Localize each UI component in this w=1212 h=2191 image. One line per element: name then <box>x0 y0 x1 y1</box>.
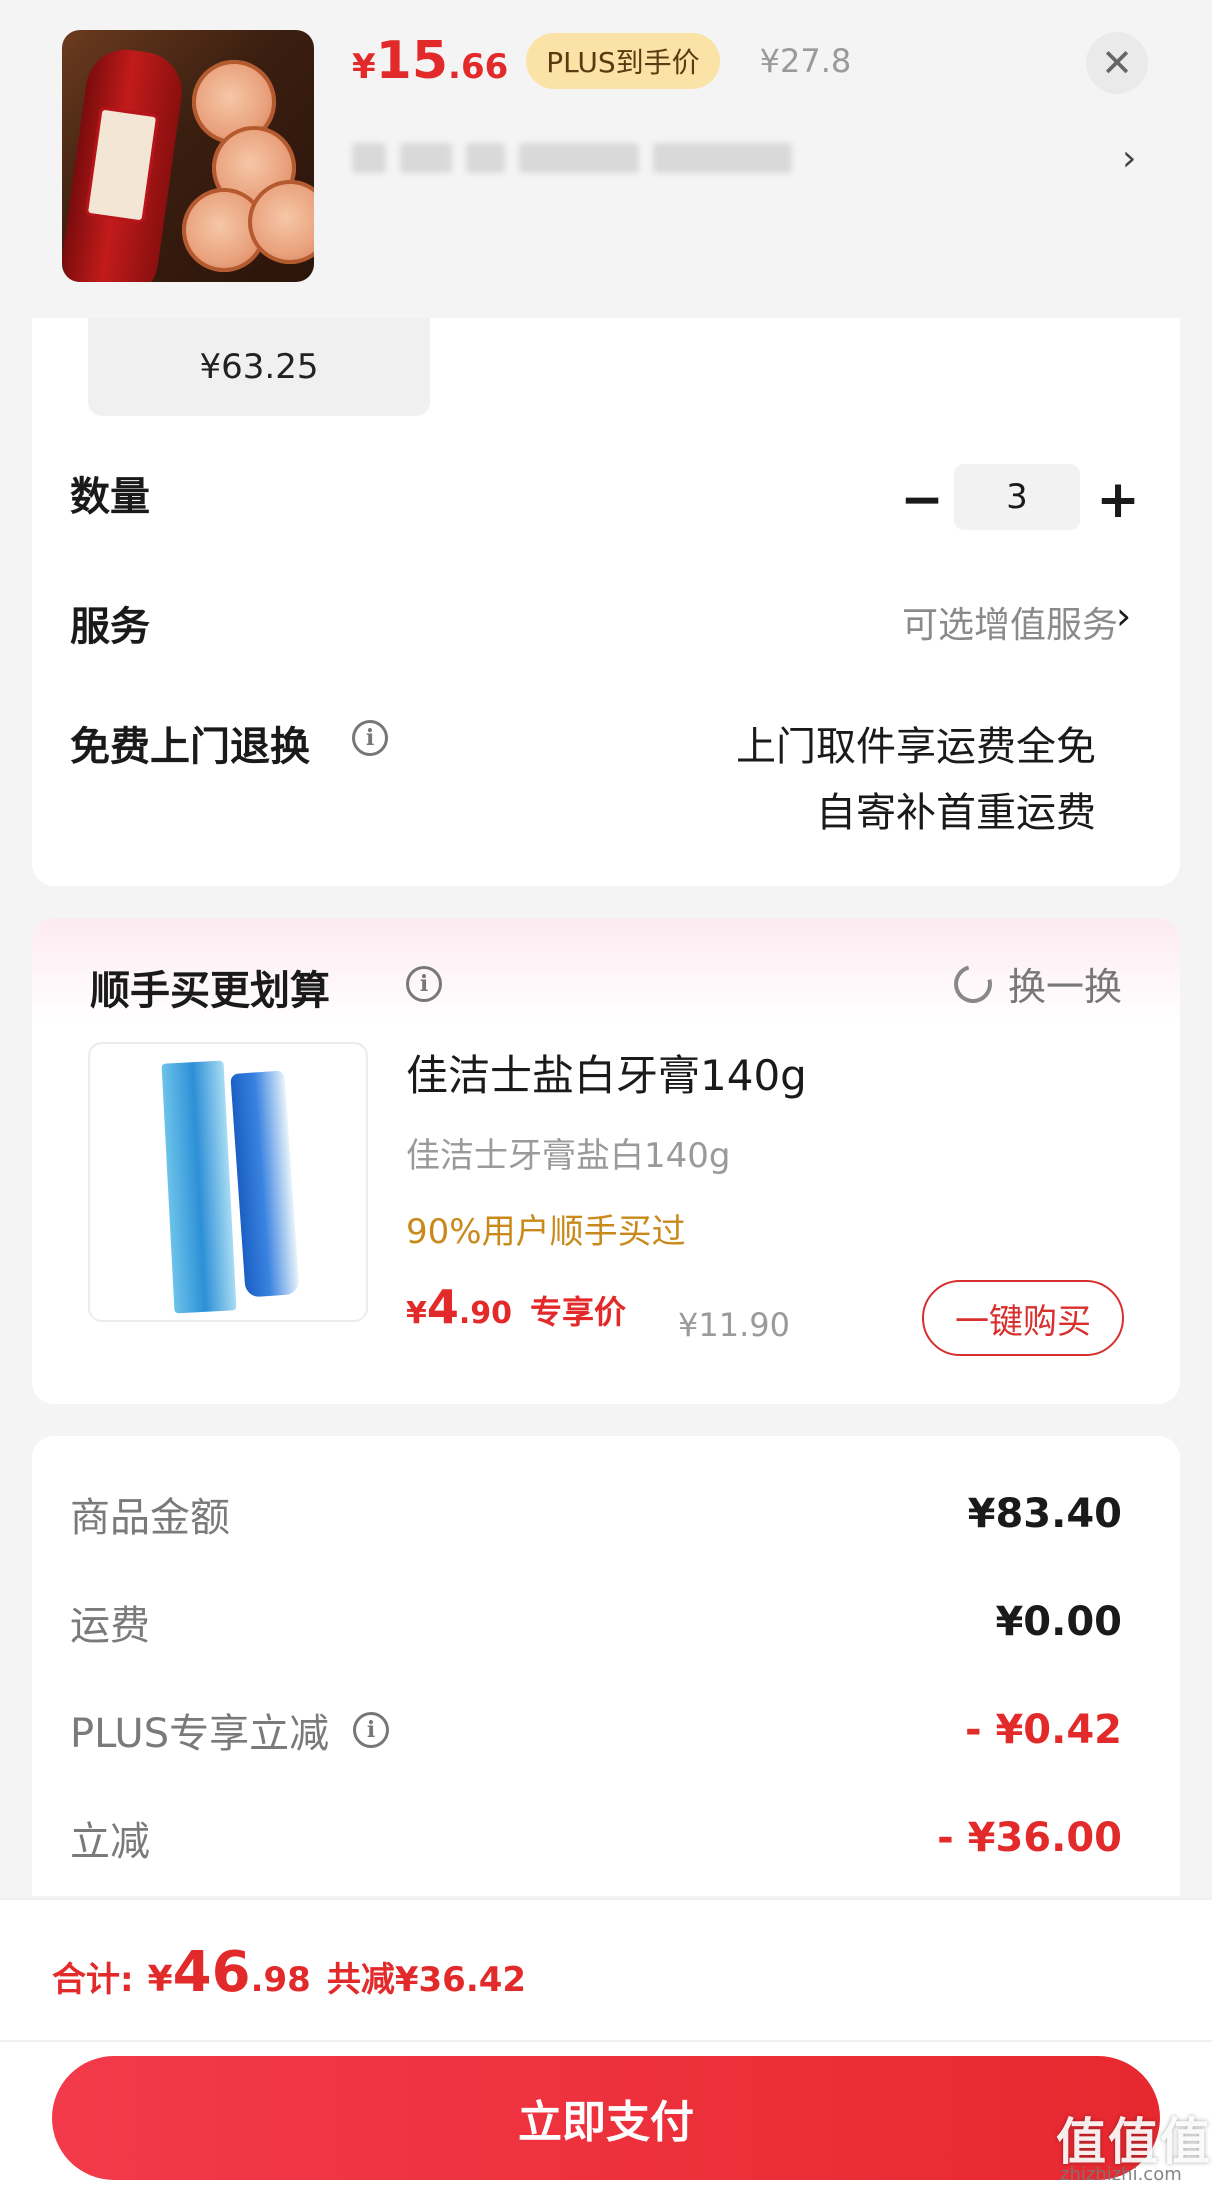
quantity-decrease-button[interactable]: − <box>892 468 952 532</box>
chevron-right-icon[interactable]: › <box>1122 138 1136 179</box>
plus-price-badge: PLUS到手价 <box>526 33 720 89</box>
order-total: 合计: ¥ 46 .98 共减¥36.42 <box>52 1940 526 2005</box>
toothpaste-box-image <box>161 1060 237 1314</box>
service-value[interactable]: 可选增值服务 <box>902 596 1118 648</box>
free-return-line: 上门取件享运费全免 <box>736 724 1096 770</box>
price-summary-card: 商品金额 ¥83.40 运费 ¥0.00 PLUS专享立减 i - ¥0.42 … <box>32 1436 1180 1896</box>
summary-row: PLUS专享立减 i - ¥0.42 <box>70 1700 1122 1760</box>
currency-symbol: ¥ <box>352 47 376 87</box>
blurred-text <box>652 143 793 173</box>
refresh-icon <box>947 957 999 1010</box>
price-row: ¥ 15 .66 PLUS到手价 ¥27.8 <box>352 26 851 96</box>
close-icon: ✕ <box>1101 41 1133 85</box>
product-spec-blurred[interactable] <box>352 136 793 180</box>
service-label: 服务 <box>70 604 150 650</box>
exclusive-price-tag: 专享价 <box>530 1293 627 1331</box>
quantity-label: 数量 <box>70 474 150 520</box>
product-header: ¥ 15 .66 PLUS到手价 ¥27.8 ✕ › <box>0 0 1212 318</box>
watermark-url: zhizhizhi.com <box>1060 2164 1182 2185</box>
upsell-price: ¥ 4 .90 专享价 <box>406 1280 626 1334</box>
currency-symbol: ¥ <box>147 1959 173 2000</box>
price-integer: 4 <box>426 1280 459 1334</box>
free-return-label: 免费上门退换 <box>70 724 310 770</box>
toothpaste-image[interactable] <box>88 1042 368 1322</box>
summary-value: ¥0.00 <box>995 1599 1122 1645</box>
product-thumbnail[interactable] <box>62 30 314 282</box>
upsell-product-subtitle: 佳洁士牙膏盐白140g <box>406 1136 731 1176</box>
quantity-input[interactable]: 3 <box>954 464 1080 530</box>
info-icon[interactable]: i <box>353 1712 390 1748</box>
summary-row: 运费 ¥0.00 <box>70 1592 1122 1652</box>
blurred-text <box>352 143 386 173</box>
free-return-details: 上门取件享运费全免 自寄补首重运费 <box>736 714 1096 846</box>
order-options-card: ¥63.25 数量 − 3 + 服务 可选增值服务 › 免费上门退换 i 上门取… <box>32 318 1180 886</box>
summary-row: 立减 - ¥36.00 <box>70 1808 1122 1868</box>
divider <box>0 2040 1212 2042</box>
total-label: 合计: <box>52 1960 134 2000</box>
total-integer: 46 <box>172 1940 251 2005</box>
toothpaste-tube-image <box>230 1070 300 1298</box>
swap-button[interactable]: 换一换 <box>947 956 1122 1011</box>
summary-label: 运费 <box>70 1603 150 1649</box>
upsell-product-name[interactable]: 佳洁士盐白牙膏140g <box>406 1042 807 1103</box>
pay-now-button[interactable]: 立即支付 <box>52 2056 1160 2180</box>
sku-price-chip[interactable]: ¥63.25 <box>88 318 430 416</box>
price-decimal: .66 <box>448 47 509 87</box>
blurred-text <box>519 143 639 173</box>
upsell-users-badge: 90%用户顺手买过 <box>406 1212 686 1252</box>
summary-label: PLUS专享立减 <box>70 1711 330 1757</box>
blurred-text <box>399 143 452 173</box>
summary-label: 商品金额 <box>70 1495 230 1541</box>
upsell-title: 顺手买更划算 <box>90 968 330 1014</box>
quantity-increase-button[interactable]: + <box>1088 468 1148 532</box>
summary-value: - ¥0.42 <box>964 1707 1122 1753</box>
currency-symbol: ¥ <box>406 1296 427 1331</box>
plus-price: ¥ 15 .66 <box>352 31 508 91</box>
original-price: ¥27.8 <box>759 42 852 80</box>
price-integer: 15 <box>375 31 449 91</box>
summary-value: ¥83.40 <box>967 1491 1122 1537</box>
blurred-text <box>465 143 506 173</box>
summary-row: 商品金额 ¥83.40 <box>70 1484 1122 1544</box>
summary-label-with-info: PLUS专享立减 i <box>70 1701 390 1759</box>
info-icon[interactable]: i <box>406 966 442 1002</box>
checkout-bar: 合计: ¥ 46 .98 共减¥36.42 立即支付 <box>0 1898 1212 2191</box>
upsell-original-price: ¥11.90 <box>678 1306 790 1344</box>
swap-label: 换一换 <box>1007 965 1122 1009</box>
free-return-line: 自寄补首重运费 <box>816 790 1096 836</box>
chevron-right-icon[interactable]: › <box>1116 594 1131 638</box>
close-button[interactable]: ✕ <box>1086 32 1148 94</box>
summary-value: - ¥36.00 <box>937 1815 1122 1861</box>
total-saved: 共减¥36.42 <box>326 1960 527 2000</box>
upsell-card: 顺手买更划算 i 换一换 佳洁士盐白牙膏140g 佳洁士牙膏盐白140g 90%… <box>32 918 1180 1404</box>
summary-label: 立减 <box>70 1819 150 1865</box>
one-click-buy-button[interactable]: 一键购买 <box>922 1280 1124 1356</box>
info-icon[interactable]: i <box>352 720 388 756</box>
total-decimal: .98 <box>250 1960 311 2000</box>
price-decimal: .90 <box>458 1296 513 1331</box>
